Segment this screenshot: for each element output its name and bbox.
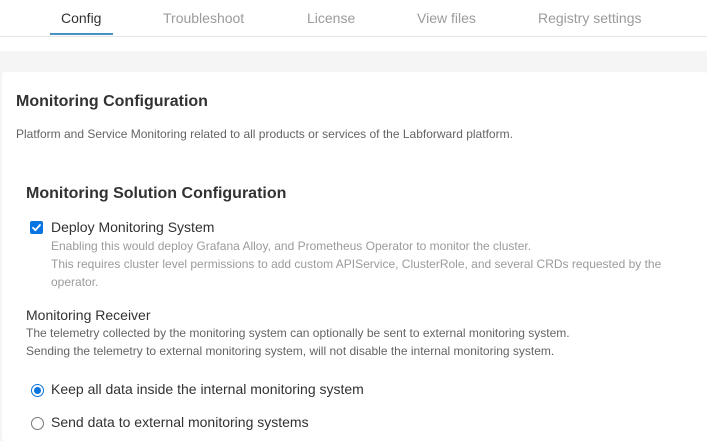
receiver-description-line-1: The telemetry collected by the monitorin… (26, 326, 570, 340)
internal-monitoring-radio[interactable] (31, 384, 44, 397)
solution-title: Monitoring Solution Configuration (26, 185, 287, 202)
deploy-help-line-1: Enabling this would deploy Grafana Alloy… (51, 239, 532, 253)
checkmark-icon (32, 224, 41, 232)
tab-troubleshoot[interactable]: Troubleshoot (163, 10, 244, 26)
internal-monitoring-label[interactable]: Keep all data inside the internal monito… (51, 381, 364, 397)
receiver-description-line-2: Sending the telemetry to external monito… (26, 344, 555, 358)
tab-config[interactable]: Config (61, 10, 101, 26)
deploy-help-line-3: operator. (51, 275, 99, 289)
tab-registry-settings[interactable]: Registry settings (538, 10, 641, 26)
tab-license[interactable]: License (307, 10, 355, 26)
deploy-monitoring-label[interactable]: Deploy Monitoring System (51, 219, 214, 235)
deploy-help-line-2: This requires cluster level permissions … (51, 257, 662, 271)
previous-section-card (0, 36, 707, 51)
external-monitoring-radio[interactable] (31, 417, 44, 430)
active-tab-indicator (50, 33, 113, 35)
deploy-monitoring-checkbox[interactable] (30, 221, 43, 234)
external-monitoring-label[interactable]: Send data to external monitoring systems (51, 414, 309, 430)
section-description: Platform and Service Monitoring related … (16, 127, 513, 141)
receiver-title: Monitoring Receiver (26, 307, 151, 323)
tab-divider (0, 36, 707, 37)
section-title: Monitoring Configuration (16, 93, 208, 110)
tab-view-files[interactable]: View files (417, 10, 476, 26)
